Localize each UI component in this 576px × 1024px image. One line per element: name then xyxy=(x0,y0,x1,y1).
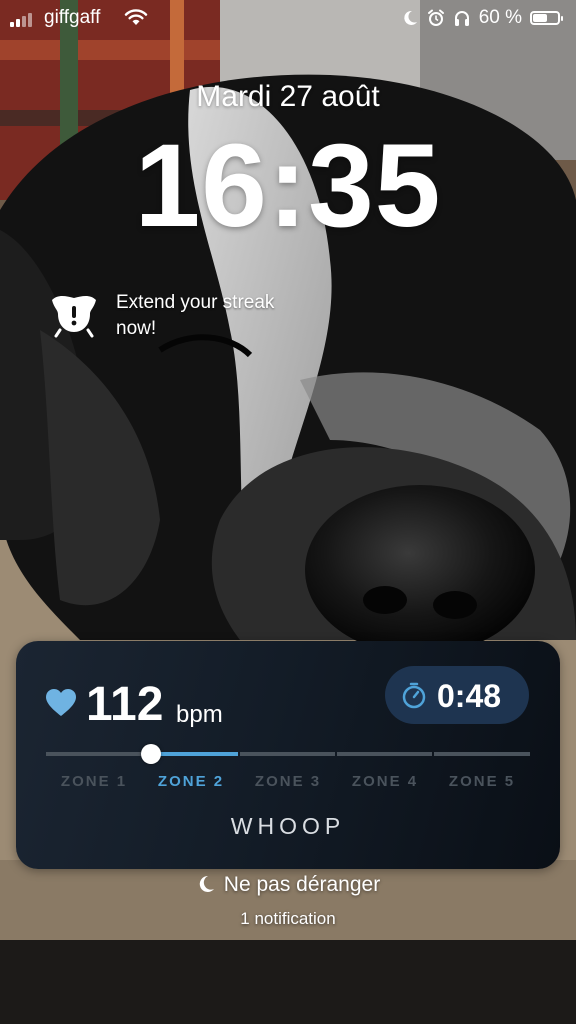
zone-label-1: ZONE 1 xyxy=(60,773,128,790)
signal-icon xyxy=(10,11,36,27)
moon-icon xyxy=(199,875,214,892)
status-bar: giffgaff 60 % xyxy=(0,0,576,36)
alarm-icon xyxy=(427,9,444,26)
stopwatch-icon xyxy=(402,682,426,709)
heart-icon xyxy=(46,689,76,716)
battery-level xyxy=(533,14,547,22)
wifi-icon xyxy=(124,9,148,25)
lock-time[interactable]: 16:35 xyxy=(0,118,576,254)
whoop-live-activity[interactable]: 112 bpm 0:48 ZONE 1 ZONE 2 ZONE 3 ZONE 4… xyxy=(16,641,560,869)
zone-track xyxy=(46,752,530,756)
headphones-icon xyxy=(454,11,469,26)
notification-count[interactable]: 1 notification xyxy=(0,909,576,929)
battery-icon xyxy=(530,11,563,25)
workout-timer: 0:48 xyxy=(385,666,529,724)
zone-segment xyxy=(337,752,432,756)
zone-label-3: ZONE 3 xyxy=(254,773,322,790)
carrier-name: giffgaff xyxy=(44,7,101,28)
zone-position-marker xyxy=(141,744,161,764)
zone-label-4: ZONE 4 xyxy=(351,773,419,790)
battery-percent: 60 % xyxy=(478,7,522,28)
lock-date: Mardi 27 août xyxy=(196,80,380,113)
zone-segment xyxy=(434,752,530,756)
whoop-logo: WHOOP xyxy=(230,813,346,839)
heart-rate-unit: bpm xyxy=(176,701,223,728)
zone-segment xyxy=(240,752,335,756)
focus-mode-indicator[interactable]: Ne pas déranger xyxy=(0,873,576,897)
heart-rate-value: 112 xyxy=(86,678,164,731)
focus-mode-label: Ne pas déranger xyxy=(223,873,381,896)
streak-mascot-icon xyxy=(52,296,96,338)
streak-widget[interactable]: Extend your streak now! xyxy=(46,288,346,348)
streak-message: Extend your streak now! xyxy=(116,292,275,339)
zone-label-5: ZONE 5 xyxy=(448,773,516,790)
zone-segment xyxy=(46,752,141,756)
zone-label-2: ZONE 2 xyxy=(157,773,225,790)
timer-value: 0:48 xyxy=(437,678,502,714)
moon-icon xyxy=(403,10,417,25)
